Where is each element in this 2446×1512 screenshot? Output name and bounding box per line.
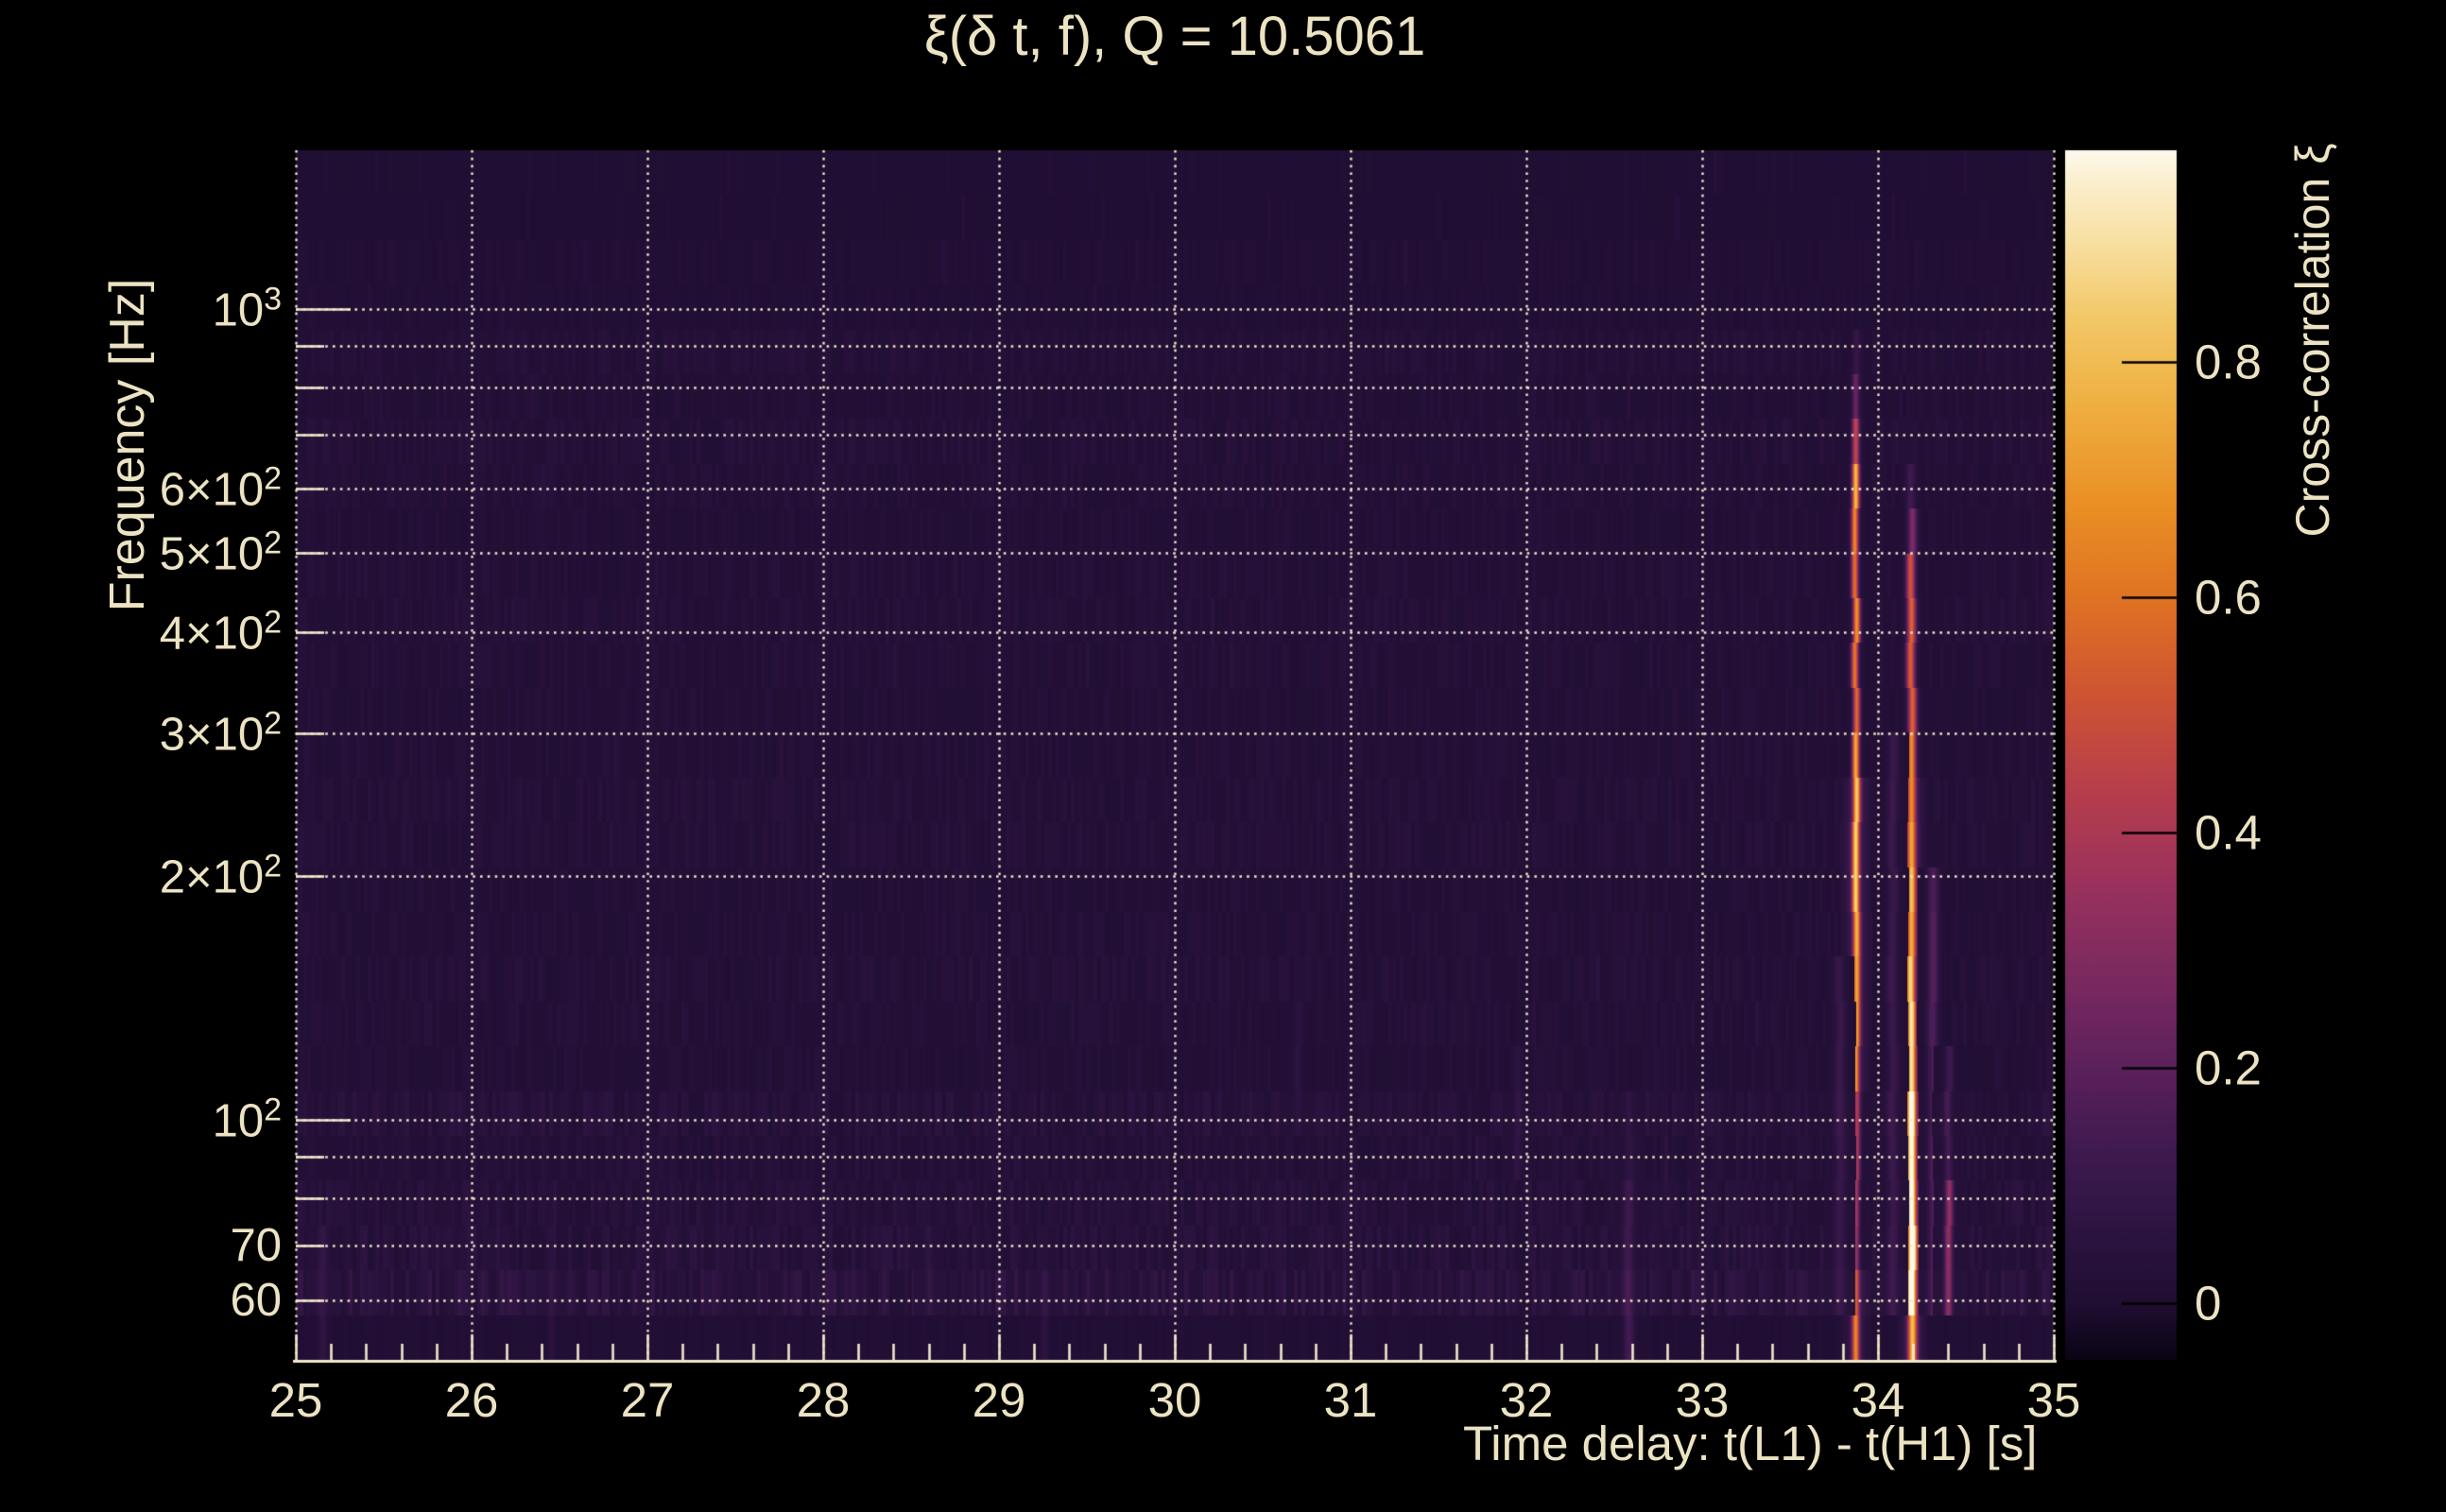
chart-title: ξ(δ t, f), Q = 10.5061 (923, 6, 1426, 67)
x-tick-label: 31 (1323, 1373, 1378, 1427)
y-tick-label: 103 (212, 281, 282, 336)
y-tick-label: 70 (230, 1220, 282, 1272)
colorbar-tick-label: 0.4 (2195, 805, 2262, 860)
x-tick-label: 34 (1851, 1373, 1905, 1427)
figure-root: { "page": { "background": "#000000", "te… (0, 0, 2446, 1512)
heatmap-canvas (0, 0, 2446, 1512)
y-tick-label: 102 (212, 1091, 282, 1147)
x-tick-label: 29 (972, 1373, 1026, 1427)
x-tick-label: 28 (796, 1373, 851, 1427)
x-tick-label: 33 (1675, 1373, 1730, 1427)
x-tick-label: 26 (444, 1373, 499, 1427)
x-tick-label: 32 (1499, 1373, 1554, 1427)
y-tick-label: 60 (230, 1274, 282, 1326)
colorbar-tick-label: 0.6 (2195, 570, 2262, 625)
x-tick-label: 35 (2026, 1373, 2081, 1427)
y-tick-label: 2×102 (159, 848, 282, 903)
y-tick-label: 4×102 (159, 603, 282, 660)
colorbar-tick-label: 0.2 (2195, 1040, 2262, 1095)
colorbar-tick-label: 0.8 (2195, 335, 2262, 389)
y-axis-label: Frequency [Hz] (100, 278, 155, 612)
x-tick-label: 27 (620, 1373, 675, 1427)
colorbar-tick-label: 0 (2195, 1276, 2222, 1331)
y-tick-label: 3×102 (159, 705, 282, 761)
x-tick-label: 30 (1147, 1373, 1202, 1427)
x-tick-label: 25 (268, 1373, 323, 1427)
y-tick-label: 5×102 (159, 524, 282, 581)
colorbar-label: Cross-correlation ξ (2286, 143, 2339, 538)
y-tick-label: 6×102 (159, 460, 282, 517)
